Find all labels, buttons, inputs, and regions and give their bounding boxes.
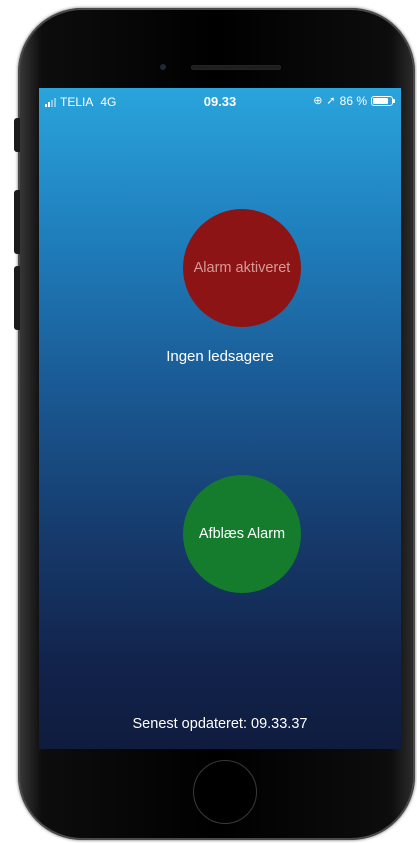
cancel-alarm-button[interactable]: Afblæs Alarm (183, 475, 301, 593)
app-screen: TELIA 4G 09.33 ⊕ ➚ 86 % Alarm aktiveret … (39, 88, 401, 749)
status-bar-right: ⊕ ➚ 86 % (313, 94, 395, 108)
phone-frame: TELIA 4G 09.33 ⊕ ➚ 86 % Alarm aktiveret … (14, 8, 415, 840)
earpiece-area (18, 8, 415, 86)
alarm-status-indicator: Alarm aktiveret (183, 209, 301, 327)
volume-up-button (14, 190, 20, 254)
battery-percent: 86 % (339, 94, 367, 108)
alarm-status-label: Alarm aktiveret (193, 260, 291, 276)
last-updated-text: Senest opdateret: 09.33.37 (132, 716, 308, 732)
earpiece-speaker (191, 65, 281, 70)
status-bar: TELIA 4G 09.33 ⊕ ➚ 86 % (39, 88, 401, 116)
cancel-alarm-label: Afblæs Alarm (198, 526, 286, 542)
location-icon: ➚ (326, 95, 336, 107)
volume-down-button (14, 266, 20, 330)
battery-icon (371, 96, 395, 106)
battery-fill (373, 98, 389, 104)
orientation-lock-icon: ⊕ (313, 95, 323, 107)
companions-status-text: Ingen ledsagere (166, 348, 274, 365)
device-frame-stage: TELIA 4G 09.33 ⊕ ➚ 86 % Alarm aktiveret … (0, 0, 417, 843)
home-button[interactable] (193, 760, 257, 824)
mute-switch (14, 118, 20, 152)
front-camera (160, 64, 166, 70)
